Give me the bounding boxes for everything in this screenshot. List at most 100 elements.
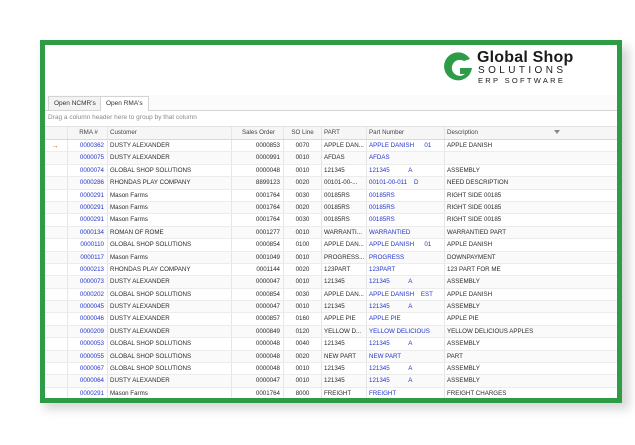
table-row[interactable]: 0000202 GLOBAL SHOP SOLUTIONS 0000854 0030 A… [45,288,617,302]
table-row[interactable]: 0000291 Mason Farms 0001764 0020 00185RS 0018… [45,201,617,215]
rma-number-link[interactable]: 0000291 [67,387,107,398]
table-row[interactable]: 0000117 Mason Farms 0001049 0010 PROGRESS...… [45,251,617,264]
rma-number-link[interactable]: 0000291 [67,214,107,226]
tab-open-rmas[interactable]: Open RMA's [100,96,149,111]
table-row[interactable]: 0000053 GLOBAL SHOP SOLUTIONS 0000048 0040 1… [45,338,617,351]
part-cell: NEW PART [321,350,366,363]
so-line-cell: 0020 [283,350,321,363]
filter-icon[interactable] [554,130,560,134]
rma-number-link[interactable]: 0000209 [67,325,107,338]
part-number-link[interactable]: 00185RS [366,201,444,214]
row-indicator [45,289,67,300]
table-row[interactable]: 0000045 DUSTY ALEXANDER 0000047 0010 121345 1… [45,301,617,314]
table-row[interactable]: 0000073 DUSTY ALEXANDER 0000047 0010 121345 1… [45,276,617,289]
table-row[interactable]: 0000110 GLOBAL SHOP SOLUTIONS 0000854 0100 A… [45,239,617,252]
so-line-cell: 0070 [283,140,321,152]
rma-number-link[interactable]: 0000117 [67,251,107,263]
part-cell: WARRANTI... [321,226,366,239]
rma-number-link[interactable]: 0000055 [67,350,107,363]
so-line-cell: 0010 [283,251,321,263]
part-number-link[interactable]: 121345 A [366,363,444,375]
customer-cell: GLOBAL SHOP SOLUTIONS [107,338,231,350]
rma-number-link[interactable]: 0000074 [67,164,107,177]
part-number-link[interactable]: APPLE PIE [366,313,444,325]
header-rma[interactable]: RMA # [67,127,107,139]
description-cell: YELLOW DELICIOUS APPLES [444,325,564,338]
part-cell: 121345 [321,375,366,387]
sales-order-cell: 0000854 [231,239,283,251]
sales-order-cell: 0000048 [231,338,283,350]
so-line-cell: 0160 [283,313,321,325]
part-number-link[interactable]: APPLE DANISH EST [366,288,444,301]
table-row[interactable]: → 0000362 DUSTY ALEXANDER 0000853 0070 APPLE … [45,140,617,153]
rma-number-link[interactable]: 0000110 [67,239,107,251]
table-row[interactable]: 0000213 RHONDAS PLAY COMPANY 0001144 0020 12… [45,263,617,277]
rma-number-link[interactable]: 0000045 [67,301,107,313]
part-number-link[interactable]: APPLE DANISH 01 [366,140,444,152]
rma-number-link[interactable]: 0000073 [67,276,107,288]
group-by-hint[interactable]: Drag a column header here to group by th… [48,114,197,121]
part-number-link[interactable]: 00185RS [366,214,444,226]
rma-number-link[interactable]: 0000053 [67,338,107,350]
table-row[interactable]: 0000286 RHONDAS PLAY COMPANY 8899123 0020 00… [45,177,617,190]
description-cell: PART [444,350,564,363]
rma-number-link[interactable]: 0000134 [67,226,107,239]
rma-number-link[interactable]: 0000064 [67,375,107,387]
part-number-link[interactable]: 00101-00-011 D [366,177,444,189]
table-row[interactable]: 0000064 DUSTY ALEXANDER 0000047 0010 121345 1… [45,375,617,388]
table-row[interactable]: 0000067 GLOBAL SHOP SOLUTIONS 0000048 0010 1… [45,363,617,376]
part-cell: 00101-00-... [321,177,366,189]
rma-number-link[interactable]: 0000291 [67,201,107,214]
header-sales-order[interactable]: Sales Order [231,127,283,139]
header-part[interactable]: PART [321,127,366,139]
header-so-line[interactable]: SO Line [283,127,321,139]
tab-open-ncmrs[interactable]: Open NCMR's [48,96,102,110]
part-cell: PROGRESS... [321,251,366,263]
rma-number-link[interactable]: 0000213 [67,263,107,276]
row-indicator [45,252,67,263]
part-number-link[interactable]: 123PART [366,263,444,276]
part-number-link[interactable]: 121345 A [366,375,444,387]
description-cell: ASSEMBLY [444,363,564,375]
table-row[interactable]: 0000291 Mason Farms 0001764 8000 FREIGHT FREI… [45,387,617,398]
row-indicator [45,313,67,324]
table-row[interactable]: 0000134 ROMAN OF ROME 0001277 0010 WARRANTI.… [45,226,617,240]
brand-g-icon [444,52,472,81]
header-description[interactable]: Description [444,127,564,139]
part-number-link[interactable]: 121345 A [366,276,444,288]
row-indicator [45,202,67,213]
rma-number-link[interactable]: 0000291 [67,189,107,201]
header-part-number[interactable]: Part Number [366,127,444,139]
so-line-cell: 0120 [283,325,321,338]
part-number-link[interactable]: APPLE DANISH 01 [366,239,444,251]
table-row[interactable]: 0000074 GLOBAL SHOP SOLUTIONS 0000048 0010 1… [45,164,617,178]
part-number-link[interactable]: NEW PART [366,350,444,363]
header-customer[interactable]: Customer [107,127,231,139]
part-number-link[interactable]: 121345 A [366,301,444,313]
part-number-link[interactable]: WARRANTIED [366,226,444,239]
part-number-link[interactable]: YELLOW DELICIOUS [366,325,444,338]
part-number-link[interactable]: AFDAS [366,152,444,164]
table-row[interactable]: 0000046 DUSTY ALEXANDER 0000857 0160 APPLE P… [45,313,617,326]
part-number-link[interactable]: 00185RS [366,189,444,201]
table-row[interactable]: 0000291 Mason Farms 0001764 0030 00185RS 0018… [45,214,617,227]
part-number-link[interactable]: PROGRESS [366,251,444,263]
table-row[interactable]: 0000055 GLOBAL SHOP SOLUTIONS 0000048 0020 N… [45,350,617,364]
customer-cell: Mason Farms [107,251,231,263]
sales-order-cell: 0000991 [231,152,283,164]
part-number-link[interactable]: 121345 A [366,338,444,350]
sales-order-cell: 0001049 [231,251,283,263]
rma-number-link[interactable]: 0000075 [67,152,107,164]
so-line-cell: 0030 [283,288,321,301]
row-indicator [45,326,67,337]
table-row[interactable]: 0000075 DUSTY ALEXANDER 0000991 0010 AFDAS AF… [45,152,617,165]
rma-number-link[interactable]: 0000202 [67,288,107,301]
rma-number-link[interactable]: 0000046 [67,313,107,325]
table-row[interactable]: 0000291 Mason Farms 0001764 0030 00185RS 0018… [45,189,617,202]
table-row[interactable]: 0000209 DUSTY ALEXANDER 0000849 0120 YELLOW … [45,325,617,339]
part-number-link[interactable]: FREIGHT [366,387,444,398]
rma-number-link[interactable]: 0000286 [67,177,107,189]
rma-number-link[interactable]: 0000067 [67,363,107,375]
rma-number-link[interactable]: 0000362 [67,140,107,152]
part-number-link[interactable]: 121345 A [366,164,444,177]
